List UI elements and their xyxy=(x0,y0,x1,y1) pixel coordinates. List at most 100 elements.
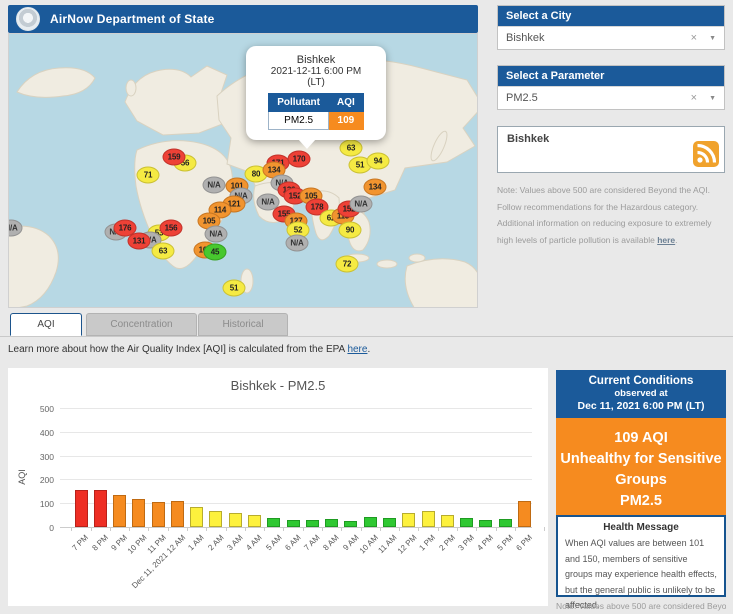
chart-x-axis xyxy=(60,527,532,528)
health-message-title: Health Message xyxy=(603,522,679,533)
tab-historical[interactable]: Historical xyxy=(198,313,288,336)
world-aqi-map[interactable]: N/A5615971N/A101N/A121114105N/A17653156N… xyxy=(8,33,478,308)
city-select-header: Select a City xyxy=(498,6,724,26)
aqi-map-marker[interactable]: 156 xyxy=(159,219,183,237)
note-suffix: . xyxy=(675,234,678,245)
chart-bar[interactable] xyxy=(228,512,242,527)
chart-bar[interactable] xyxy=(209,510,223,527)
rss-feed-icon[interactable] xyxy=(693,141,719,167)
chart-bar[interactable] xyxy=(286,520,300,527)
tabs-divider xyxy=(0,336,733,337)
aqi-map-marker[interactable]: 90 xyxy=(338,221,362,239)
city-select-dropdown[interactable]: Bishkek × ▼ xyxy=(498,26,724,49)
chart-bar[interactable] xyxy=(151,502,165,527)
beyond-aqi-note: Note: Values above 500 are considered Be… xyxy=(497,182,723,248)
parameter-caret-down-icon[interactable]: ▼ xyxy=(709,95,716,102)
chart-y-tick-label: 0 xyxy=(49,523,54,533)
chart-x-tick-label: 7 AM xyxy=(302,533,322,553)
aqi-map-marker[interactable]: 134 xyxy=(363,178,387,196)
chart-title: Bishkek - PM2.5 xyxy=(230,378,326,393)
aqi-map-marker[interactable]: 51 xyxy=(222,279,246,297)
chart-bar[interactable] xyxy=(132,498,146,527)
aqi-map-marker[interactable]: 63 xyxy=(151,242,175,260)
chart-y-axis-label: AQI xyxy=(16,469,27,485)
tab-concentration[interactable]: Concentration xyxy=(86,313,197,336)
chart-x-tick-label: 7 PM xyxy=(70,533,91,553)
aqi-map-marker[interactable]: N/A xyxy=(204,225,228,243)
chart-x-tick xyxy=(129,527,131,531)
chart-bar[interactable] xyxy=(74,490,88,527)
chart-x-tick xyxy=(476,527,478,531)
chart-x-tick xyxy=(302,527,304,531)
chart-x-tick xyxy=(167,527,169,531)
chart-bar[interactable] xyxy=(190,507,204,527)
chart-x-tick-label: 5 AM xyxy=(263,533,284,553)
aqi-map-marker[interactable]: 159 xyxy=(162,148,186,166)
chart-bar[interactable] xyxy=(382,517,396,527)
chart-bar[interactable] xyxy=(517,501,531,527)
chart-x-tick-label: 8 PM xyxy=(90,533,110,553)
chart-bar[interactable] xyxy=(305,520,319,527)
world-map-basemap xyxy=(9,34,477,307)
chart-x-tick xyxy=(543,527,545,531)
aqi-map-marker[interactable]: 45 xyxy=(203,243,227,261)
aqi-map-marker[interactable]: N/A xyxy=(349,195,373,213)
city-clear-icon[interactable]: × xyxy=(691,32,697,44)
chart-bar[interactable] xyxy=(170,501,184,527)
popup-aqi-value: 109 xyxy=(328,111,364,130)
aqi-bar-chart: Bishkek - PM2.5 AQI 0 100 200 300 400 500 7 PM… xyxy=(8,368,548,606)
chart-x-tick-label: 6 PM xyxy=(514,533,534,553)
chart-x-tick-label: 12 PM xyxy=(395,533,419,556)
department-of-state-seal-icon xyxy=(16,7,40,31)
chart-x-tick-label: 2 PM xyxy=(437,533,457,553)
note-text: Note: Values above 500 are considered Be… xyxy=(497,185,712,245)
aqi-map-marker[interactable]: N/A xyxy=(202,176,226,194)
chart-bar[interactable] xyxy=(440,514,454,527)
chart-bar[interactable] xyxy=(363,517,377,527)
chart-x-tick xyxy=(322,527,323,531)
chart-x-tick xyxy=(187,527,189,531)
chart-bar[interactable] xyxy=(479,519,493,527)
learn-more-prefix: Learn more about how the Air Quality Ind… xyxy=(8,344,348,355)
note-here-link[interactable]: here xyxy=(657,235,675,245)
cc-aqi-pollutant: PM2.5 xyxy=(620,493,662,509)
parameter-select-dropdown[interactable]: PM2.5 × ▼ xyxy=(498,86,724,109)
chart-bar[interactable] xyxy=(267,517,281,527)
city-caret-down-icon[interactable]: ▼ xyxy=(709,35,716,42)
chart-bar[interactable] xyxy=(421,510,435,527)
parameter-select-value: PM2.5 xyxy=(506,92,538,104)
chart-x-tick xyxy=(360,527,362,531)
chart-bar[interactable] xyxy=(93,490,107,527)
chart-bar[interactable] xyxy=(325,519,339,527)
aqi-map-marker[interactable]: 170 xyxy=(287,150,311,168)
chart-bar[interactable] xyxy=(460,517,474,527)
chart-x-tick-label: 4 PM xyxy=(475,533,496,553)
chart-y-tick-label: 500 xyxy=(39,404,54,414)
aqi-map-marker[interactable]: N/A xyxy=(285,234,309,252)
chart-bar[interactable] xyxy=(113,494,127,527)
chart-x-tick-label: 10 PM xyxy=(125,533,149,556)
chart-x-tick xyxy=(283,527,285,531)
cc-note-partial: Note: Values above 500 are considered Be… xyxy=(556,601,726,611)
learn-more-text: Learn more about how the Air Quality Ind… xyxy=(8,344,370,355)
aqi-map-marker[interactable]: 131 xyxy=(127,232,151,250)
tab-aqi[interactable]: AQI xyxy=(10,313,82,336)
popup-pollutant-value: PM2.5 xyxy=(268,111,329,130)
chart-bar[interactable] xyxy=(402,512,416,527)
cc-aqi-value: 109 AQI xyxy=(614,430,668,446)
chart-x-tick-label: 3 PM xyxy=(456,533,476,553)
current-aqi-block: 109 AQI Unhealthy for Sensitive Groups P… xyxy=(556,418,726,515)
parameter-clear-icon[interactable]: × xyxy=(691,92,697,104)
aqi-map-marker[interactable]: 72 xyxy=(335,255,359,273)
aqi-map-marker[interactable]: 63 xyxy=(339,139,363,157)
chart-bar[interactable] xyxy=(498,519,512,527)
chart-gridline xyxy=(60,408,532,409)
chart-gridline xyxy=(60,479,532,481)
chart-bar[interactable] xyxy=(344,521,358,527)
chart-bar[interactable] xyxy=(248,514,262,527)
chart-x-tick-label: 6 AM xyxy=(283,533,303,553)
chart-x-tick-label: 2 AM xyxy=(206,533,226,553)
aqi-map-marker[interactable]: 94 xyxy=(366,152,390,170)
aqi-map-marker[interactable]: 71 xyxy=(136,166,160,184)
learn-more-link[interactable]: here xyxy=(347,344,367,355)
